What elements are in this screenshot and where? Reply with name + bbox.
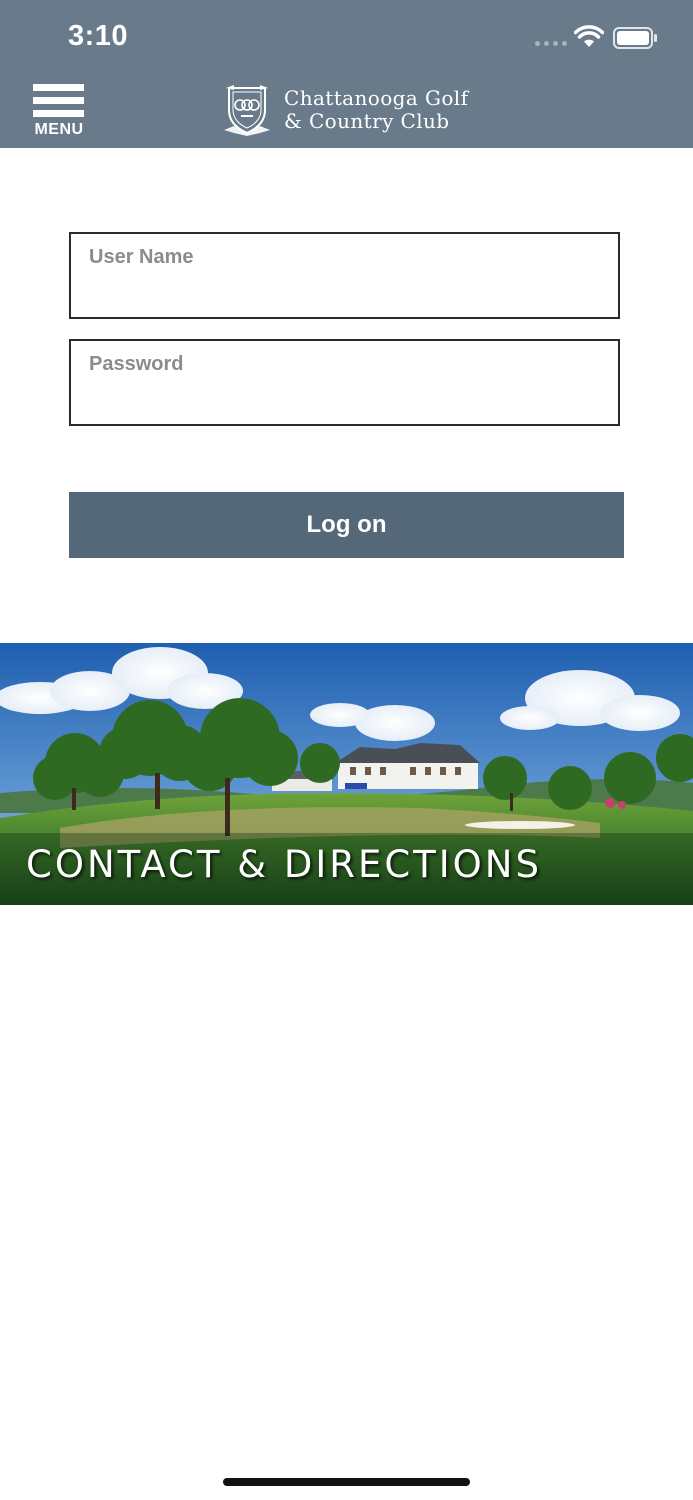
club-crest-icon xyxy=(224,85,270,136)
battery-icon xyxy=(613,27,657,49)
password-input[interactable] xyxy=(71,341,618,424)
wifi-icon xyxy=(574,25,604,47)
club-name-line1: Chattanooga Golf xyxy=(284,86,469,110)
menu-label: MENU xyxy=(34,121,84,138)
cellular-signal-icon xyxy=(535,41,567,47)
log-on-button[interactable]: Log on xyxy=(69,492,624,558)
banner-label: CONTACT & DIRECTIONS xyxy=(26,843,542,886)
club-name-line2: & Country Club xyxy=(284,109,450,133)
app-header: 3:10 MENU Chattanooga Golf & Country Clu… xyxy=(0,0,693,148)
status-time: 3:10 xyxy=(68,20,129,52)
password-field[interactable] xyxy=(69,339,620,426)
contact-directions-banner[interactable]: CONTACT & DIRECTIONS xyxy=(0,643,693,905)
home-indicator[interactable] xyxy=(223,1478,470,1486)
username-input[interactable] xyxy=(71,234,618,317)
hamburger-icon xyxy=(33,84,84,91)
menu-button[interactable]: MENU xyxy=(32,84,86,140)
username-field[interactable] xyxy=(69,232,620,319)
club-name: Chattanooga Golf & Country Club xyxy=(284,87,468,133)
